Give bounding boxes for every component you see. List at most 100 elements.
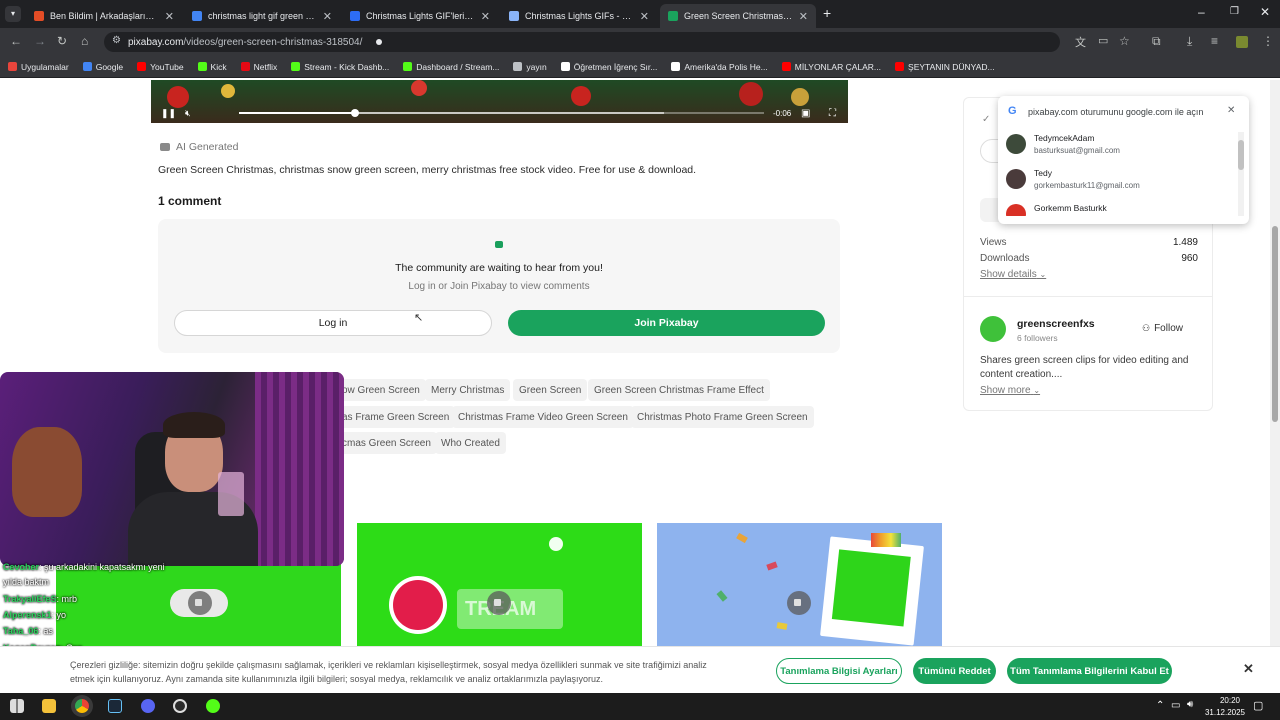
video-progress-track[interactable] [239,109,764,117]
bookmark-item[interactable]: Amerika'da Polis He... [671,62,768,72]
bookmark-item[interactable]: Netflix [240,62,277,72]
home-icon[interactable]: ⌂ [81,34,88,48]
author-name[interactable]: greenscreenfxs [1017,318,1095,330]
menu-icon[interactable]: ⋮ [1262,34,1274,48]
bookmark-label: Kick [210,61,227,72]
tab-search-button[interactable]: ▾ [5,6,21,22]
steam-icon[interactable] [108,699,122,713]
window-close-button[interactable]: ✕ [1260,5,1270,19]
ornament [411,80,427,96]
show-more-link[interactable]: Show more ⌄ [980,385,1040,396]
tag[interactable]: as Frame Green Screen [336,406,456,428]
address-bar[interactable]: ⚙ pixabay.com/videos/green-screen-christ… [104,32,1060,52]
bookmark-item[interactable]: Öğretmen İğrenç Sır... [560,62,657,72]
mute-icon[interactable]: 🔇︎ [185,108,191,119]
kick-app-icon[interactable] [206,699,220,713]
browser-tab[interactable]: Christmas Lights GIFs - Find & S ✕ [501,4,657,28]
tag[interactable]: Christmas Photo Frame Green Screen [631,406,814,428]
taskbar-date[interactable]: 31.12.2025 [1202,708,1248,717]
account-item[interactable]: Tedy gorkembasturk11@gmail.com [1006,165,1234,197]
file-explorer-icon[interactable] [42,699,56,713]
close-icon[interactable]: ✕ [1243,661,1254,677]
tag[interactable]: Green Screen Christmas Frame Effect [588,379,770,401]
tab-close-icon[interactable]: ✕ [799,10,808,23]
translate-icon[interactable]: 文 [1075,34,1086,50]
tray-chevron-icon[interactable]: ⌃ [1156,700,1164,711]
chat-message: TrakyaliEfeS: mrb [3,594,77,604]
site-info-icon[interactable]: ⚙ [112,35,121,46]
fullscreen-icon[interactable]: ⛶ [829,108,836,119]
forward-icon[interactable]: → [34,34,46,48]
account-avatar [1006,169,1026,189]
back-icon[interactable]: ← [10,34,22,48]
record-badge-icon [389,576,447,634]
accept-all-button[interactable]: Tüm Tanımlama Bilgilerini Kabul Et [1007,658,1172,684]
volume-icon[interactable]: 🔊︎ [1187,699,1193,710]
reload-icon[interactable]: ↻ [57,34,67,48]
new-tab-button[interactable]: + [823,5,831,21]
bookmark-item[interactable]: MİLYONLAR ÇALAR... [781,62,881,72]
tab-close-icon[interactable]: ✕ [165,10,174,23]
video-player[interactable]: ❚❚ 🔇︎ -0:06 ▣ ⛶ [151,80,848,123]
pip-icon[interactable]: ▣ [801,108,810,119]
discord-icon[interactable] [141,699,155,713]
page-scrollbar-thumb[interactable] [1272,226,1278,422]
bookmark-item[interactable]: yayın [513,62,547,72]
network-icon[interactable]: ▭ [1171,700,1180,711]
page-scrollbar[interactable] [1270,80,1280,646]
bookmark-item[interactable]: Dashboard / Stream... [403,62,499,72]
bookmark-item[interactable]: YouTube [137,62,184,72]
tag[interactable]: Christmas Frame Video Green Screen [452,406,634,428]
account-item[interactable]: TedymcekAdam basturksuat@gmail.com [1006,130,1234,162]
author-avatar[interactable] [980,316,1006,342]
browser-tab[interactable]: Ben Bildim | Arkadaşlarınla Onli ✕ [26,4,182,28]
browser-tab[interactable]: christmas light gif green screen ✕ [184,4,340,28]
join-pixabay-button[interactable]: Join Pixabay [508,310,825,336]
tag[interactable]: Merry Christmas [425,379,511,401]
tag[interactable]: Green Screen [513,379,588,401]
browser-tab[interactable]: Green Screen Christmas, Christ ✕ [660,4,816,28]
cookie-settings-button[interactable]: Tanımlama Bilgisi Ayarları [776,658,902,684]
bookmark-star-icon[interactable]: ☆ [1119,34,1130,48]
close-icon[interactable]: ✕ [1227,105,1235,116]
related-video-thumb-3[interactable] [657,523,942,646]
login-button[interactable]: Log in [174,310,492,336]
bookmark-item[interactable]: Google [82,62,123,72]
taskbar-time[interactable]: 20:20 [1212,696,1248,705]
tab-close-icon[interactable]: ✕ [481,10,490,23]
popup-scrollbar[interactable] [1238,132,1244,216]
cast-icon[interactable]: ▭ [1098,34,1108,47]
follow-button[interactable]: ⚇ Follow [1142,323,1183,334]
play-icon[interactable] [487,591,511,615]
maximize-button[interactable]: ❐ [1230,6,1239,17]
bookmark-item[interactable]: ŞEYTANIN DÜNYAD... [895,62,995,72]
pause-icon[interactable]: ❚❚ [161,108,176,119]
bookmark-item[interactable]: Uygulamalar [8,62,69,72]
tag[interactable]: cmas Green Screen [336,432,437,454]
reading-list-icon[interactable]: ≡ [1211,34,1218,48]
reject-all-button[interactable]: Tümünü Reddet [913,658,996,684]
related-video-thumb-2[interactable]: TREAM [357,523,642,646]
obs-icon[interactable] [173,699,187,713]
bookmark-favicon-icon [291,62,301,71]
browser-tab[interactable]: Christmas Lights GIF'leri | Tenor ✕ [342,4,498,28]
account-item[interactable]: Gorkemm Basturkk [1006,200,1234,216]
tab-close-icon[interactable]: ✕ [323,10,332,23]
play-icon[interactable] [787,591,811,615]
extensions-icon[interactable]: ⧉ [1152,34,1161,49]
profile-icon[interactable] [1236,36,1248,48]
minimize-button[interactable]: – [1198,5,1205,19]
download-icon[interactable]: ⤓ [1187,34,1192,49]
chrome-icon[interactable] [75,699,89,713]
bookmark-item[interactable]: Stream - Kick Dashb... [291,62,389,72]
bookmark-item[interactable]: Kick [197,61,227,72]
tag[interactable]: ow Green Screen [336,379,426,401]
show-details-link[interactable]: Show details ⌄ [980,269,1046,280]
play-icon[interactable] [188,591,212,615]
tag[interactable]: Who Created [435,432,506,454]
google-popup-title: pixabay.com oturumunu google.com ile açı… [1028,107,1204,117]
notification-icon[interactable]: ▢ [1253,699,1263,712]
tab-close-icon[interactable]: ✕ [640,10,649,23]
video-scrub-handle[interactable] [350,109,359,117]
windows-start-icon[interactable] [10,699,24,713]
